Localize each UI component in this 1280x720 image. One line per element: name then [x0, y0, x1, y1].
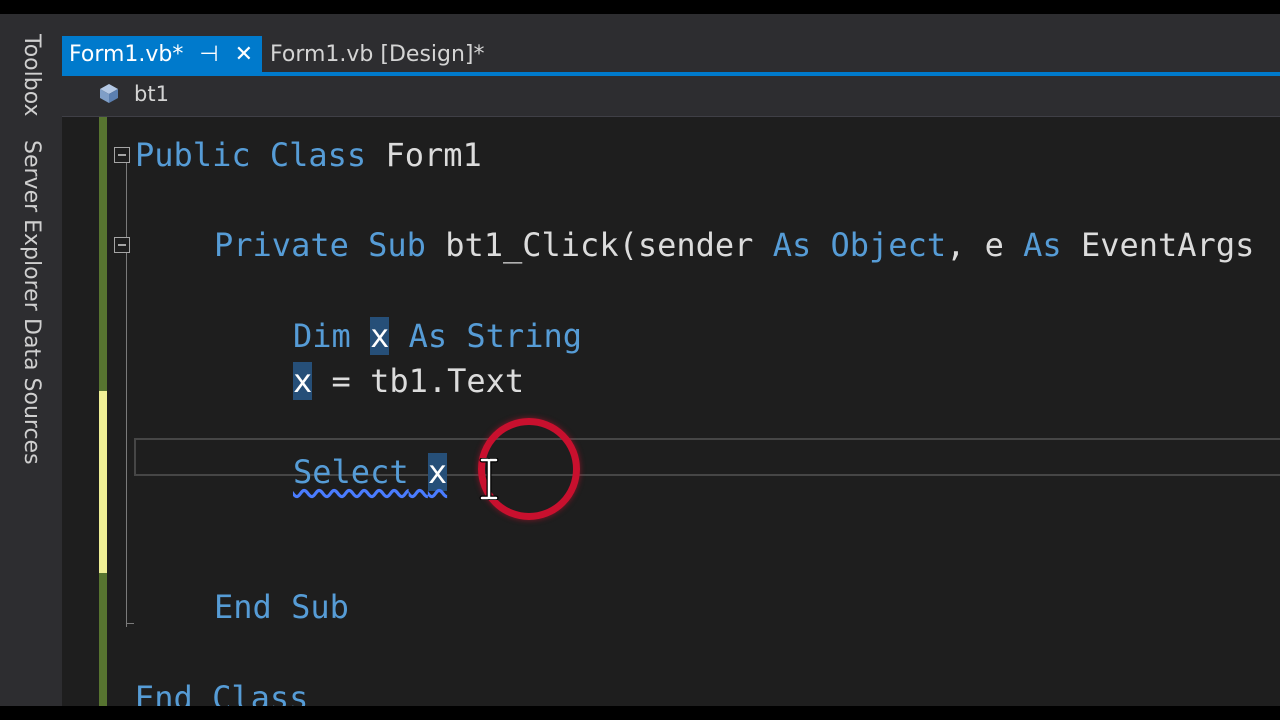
cube-icon: [100, 84, 118, 103]
toolbox-tab[interactable]: Toolbox: [14, 34, 48, 117]
tab-form1-vb-design-label: Form1.vb [Design]*: [270, 41, 485, 67]
visual-studio-window: Toolbox Server Explorer Data Sources For…: [0, 14, 1280, 706]
code-line-3: Dim x As String: [293, 317, 582, 355]
code-line-7: End Class: [135, 679, 309, 706]
highlighted-reference: x: [293, 362, 313, 400]
tab-form1-vb[interactable]: Form1.vb* ⊣ ✕: [62, 36, 262, 72]
collapse-sub-toggle[interactable]: [114, 237, 130, 253]
pin-icon[interactable]: ⊣: [199, 42, 218, 67]
code-line-4: x = tb1.Text: [293, 362, 525, 400]
outline-tick: [126, 623, 134, 624]
tab-form1-vb-label: Form1.vb*: [69, 41, 184, 67]
code-line-5: Select x: [293, 453, 448, 491]
code-line-2: Private Sub bt1_Click(sender As Object, …: [214, 226, 1255, 264]
collapse-class-toggle[interactable]: [114, 147, 130, 163]
data-sources-tab[interactable]: Data Sources: [14, 318, 48, 465]
code-editor[interactable]: Public Class Form1 Private Sub bt1_Click…: [62, 117, 1280, 706]
highlighted-reference: x: [370, 317, 390, 355]
tool-window-strip: Toolbox Server Explorer Data Sources: [0, 14, 62, 706]
document-tab-strip: Form1.vb* ⊣ ✕ Form1.vb [Design]*: [62, 36, 1280, 74]
navigation-bar[interactable]: bt1: [62, 76, 1280, 117]
close-icon[interactable]: ✕: [235, 42, 253, 67]
outline-line-class: [126, 161, 127, 627]
code-line-1: Public Class Form1: [135, 136, 482, 174]
unsaved-change-bar: [99, 391, 107, 573]
member-dropdown-value[interactable]: bt1: [134, 82, 169, 106]
code-line-6: End Sub: [214, 588, 349, 626]
highlighted-reference: x: [427, 453, 448, 491]
tab-form1-vb-design[interactable]: Form1.vb [Design]*: [262, 36, 485, 72]
server-explorer-tab[interactable]: Server Explorer: [14, 140, 48, 311]
